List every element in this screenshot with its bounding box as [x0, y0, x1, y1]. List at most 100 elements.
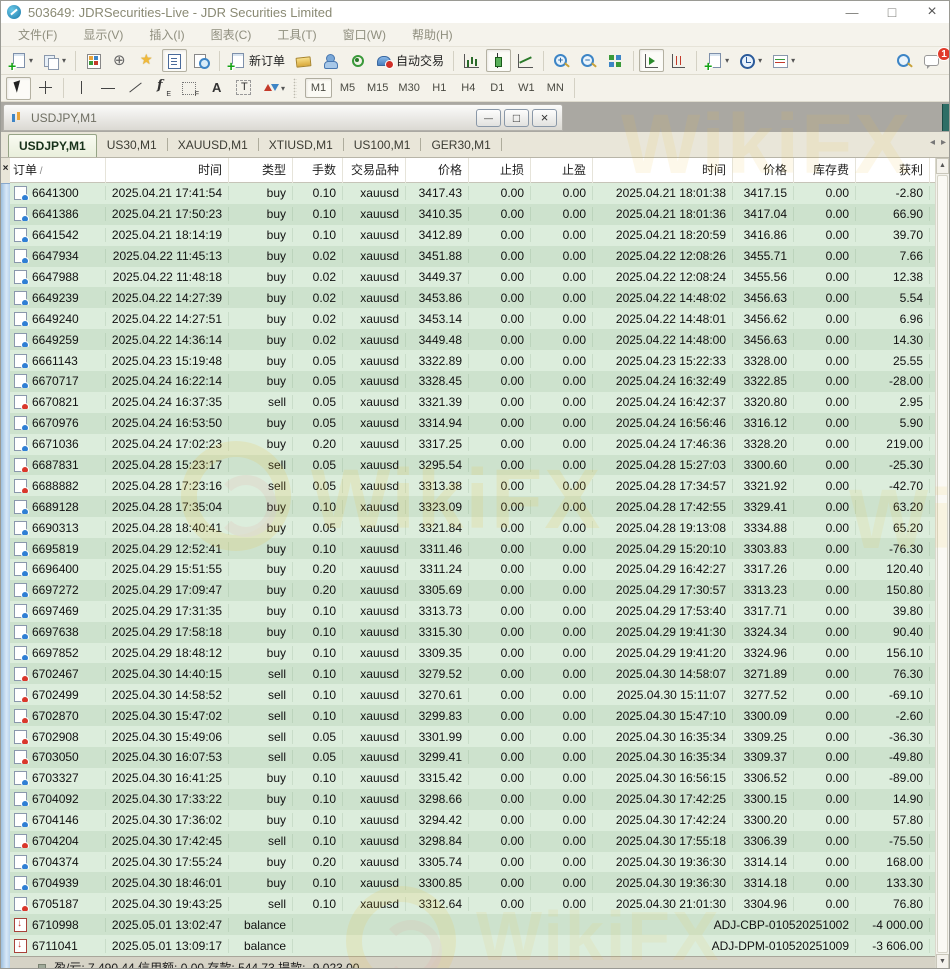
candlestick-button[interactable]	[486, 49, 511, 72]
table-row[interactable]: 67024672025.04.30 14:40:15sell0.10xauusd…	[10, 663, 935, 684]
table-row[interactable]: 67043742025.04.30 17:55:24buy0.20xauusd3…	[10, 852, 935, 873]
table-row[interactable]: 67049392025.04.30 18:46:01buy0.10xauusd3…	[10, 872, 935, 893]
header-swap[interactable]: 库存费	[794, 158, 856, 183]
vertical-scrollbar[interactable]: ▲ ▼	[935, 158, 949, 969]
close-icon[interactable]	[925, 3, 939, 21]
scroll-up-icon[interactable]: ▲	[936, 158, 949, 174]
table-row[interactable]: 66492402025.04.22 14:27:51buy0.02xauusd3…	[10, 308, 935, 329]
table-row[interactable]: 67029082025.04.30 15:49:06sell0.05xauusd…	[10, 726, 935, 747]
table-row[interactable]: 66708212025.04.24 16:37:35sell0.05xauusd…	[10, 392, 935, 413]
tab-xtiusd-m1[interactable]: XTIUSD,M1	[259, 135, 343, 155]
timeframe-d1[interactable]: D1	[484, 78, 511, 98]
text-label-button[interactable]	[231, 77, 256, 100]
table-row[interactable]: 67024992025.04.30 14:58:52sell0.10xauusd…	[10, 684, 935, 705]
header-order[interactable]: 订单 /	[10, 158, 106, 183]
notifications-button[interactable]: 1	[919, 49, 944, 72]
table-row[interactable]: 67030502025.04.30 16:07:53sell0.05xauusd…	[10, 747, 935, 768]
timeframe-m1[interactable]: M1	[305, 78, 332, 98]
header-close_time[interactable]: 时间	[593, 158, 733, 183]
tab-us100-m1[interactable]: US100,M1	[344, 135, 421, 155]
templates-button[interactable]: ▾	[768, 49, 799, 72]
chart-restore-button[interactable]	[504, 109, 529, 127]
crosshair-tool-button[interactable]	[33, 77, 58, 100]
timeframe-m5[interactable]: M5	[334, 78, 361, 98]
new-chart-dropdown-arrow[interactable]: ▾	[29, 56, 33, 65]
table-row[interactable]: 66413862025.04.21 17:50:23buy0.10xauusd3…	[10, 204, 935, 225]
cycle-lines-button[interactable]	[177, 77, 202, 100]
market-watch-button[interactable]	[81, 49, 106, 72]
bar-chart-button[interactable]	[459, 49, 484, 72]
table-row[interactable]: 67051872025.04.30 19:43:25sell0.10xauusd…	[10, 893, 935, 914]
table-row[interactable]: 66479882025.04.22 11:48:18buy0.02xauusd3…	[10, 267, 935, 288]
periods-dropdown-arrow[interactable]: ▾	[758, 56, 762, 65]
periods-button[interactable]: ▾	[735, 49, 766, 72]
profiles-dropdown-arrow[interactable]: ▾	[62, 56, 66, 65]
data-window-button[interactable]	[162, 49, 187, 72]
chart-close-button[interactable]	[532, 109, 557, 127]
cursor-button[interactable]	[6, 77, 31, 100]
scrollbar-thumb[interactable]	[937, 175, 948, 953]
menu-insert[interactable]: 插入(I)	[136, 23, 197, 47]
chat-button[interactable]	[318, 49, 343, 72]
table-row[interactable]: 67033272025.04.30 16:41:25buy0.10xauusd3…	[10, 768, 935, 789]
header-sl[interactable]: 止损	[469, 158, 531, 183]
arrows-dropdown-arrow[interactable]: ▾	[281, 84, 285, 93]
header-symbol[interactable]: 交易品种	[343, 158, 406, 183]
header-open_price[interactable]: 价格	[406, 158, 469, 183]
table-row[interactable]: 66709762025.04.24 16:53:50buy0.05xauusd3…	[10, 413, 935, 434]
add-indicator-dropdown-arrow[interactable]: ▾	[725, 56, 729, 65]
zoom-in-button[interactable]	[549, 49, 574, 72]
line-chart-button[interactable]	[513, 49, 538, 72]
table-row[interactable]: 66878312025.04.28 15:23:17sell0.05xauusd…	[10, 455, 935, 476]
chart-window-titlebar[interactable]: USDJPY,M1	[3, 104, 563, 131]
header-tp[interactable]: 止盈	[531, 158, 593, 183]
timeframe-h1[interactable]: H1	[426, 78, 453, 98]
vertical-line-button[interactable]	[69, 77, 94, 100]
table-row[interactable]: 66479342025.04.22 11:45:13buy0.02xauusd3…	[10, 246, 935, 267]
new-chart-button[interactable]: ▾	[6, 49, 37, 72]
menu-file[interactable]: 文件(F)	[5, 23, 70, 47]
add-indicator-button[interactable]: ▾	[702, 49, 733, 72]
panel-close-icon[interactable]	[1, 158, 10, 183]
trendline-button[interactable]	[123, 77, 148, 100]
profiles-button[interactable]: ▾	[39, 49, 70, 72]
tab-us30-m1[interactable]: US30,M1	[97, 135, 167, 155]
strategy-tester-button[interactable]	[189, 49, 214, 72]
search-button[interactable]	[892, 49, 917, 72]
table-row[interactable]: 67040922025.04.30 17:33:22buy0.10xauusd3…	[10, 789, 935, 810]
header-close_price[interactable]: 价格	[733, 158, 794, 183]
balance-row[interactable]: 67109982025.05.01 13:02:47balanceADJ-CBP…	[10, 914, 935, 935]
menu-charts[interactable]: 图表(C)	[198, 23, 265, 47]
header-type[interactable]: 类型	[229, 158, 293, 183]
favorites-button[interactable]	[135, 49, 160, 72]
timeframe-m15[interactable]: M15	[363, 78, 392, 98]
tab-xauusd-m1[interactable]: XAUUSD,M1	[168, 135, 258, 155]
autotrading-button[interactable]: 自动交易	[372, 49, 448, 72]
table-row[interactable]: 66888822025.04.28 17:23:16sell0.05xauusd…	[10, 475, 935, 496]
header-lots[interactable]: 手数	[293, 158, 343, 183]
zoom-out-button[interactable]	[576, 49, 601, 72]
templates-dropdown-arrow[interactable]: ▾	[791, 56, 795, 65]
menu-window[interactable]: 窗口(W)	[330, 23, 399, 47]
toolbar-grip[interactable]	[293, 78, 297, 98]
menu-view[interactable]: 显示(V)	[70, 23, 136, 47]
table-row[interactable]: 66976382025.04.29 17:58:18buy0.10xauusd3…	[10, 622, 935, 643]
table-row[interactable]: 66964002025.04.29 15:51:55buy0.20xauusd3…	[10, 559, 935, 580]
fibonacci-button[interactable]	[150, 77, 175, 100]
crosshair-button[interactable]	[108, 49, 133, 72]
table-row[interactable]: 66903132025.04.28 18:40:41buy0.05xauusd3…	[10, 517, 935, 538]
table-row[interactable]: 66415422025.04.21 18:14:19buy0.10xauusd3…	[10, 225, 935, 246]
table-row[interactable]: 66413002025.04.21 17:41:54buy0.10xauusd3…	[10, 183, 935, 204]
table-row[interactable]: 66958192025.04.29 12:52:41buy0.10xauusd3…	[10, 538, 935, 559]
tile-windows-button[interactable]	[603, 49, 628, 72]
horizontal-line-button[interactable]	[96, 77, 121, 100]
signals-button[interactable]	[345, 49, 370, 72]
menu-help[interactable]: 帮助(H)	[399, 23, 466, 47]
timeframe-h4[interactable]: H4	[455, 78, 482, 98]
table-row[interactable]: 66492592025.04.22 14:36:14buy0.02xauusd3…	[10, 329, 935, 350]
timeframe-w1[interactable]: W1	[513, 78, 540, 98]
table-row[interactable]: 66707172025.04.24 16:22:14buy0.05xauusd3…	[10, 371, 935, 392]
table-row[interactable]: 66972722025.04.29 17:09:47buy0.20xauusd3…	[10, 580, 935, 601]
table-row[interactable]: 66611432025.04.23 15:19:48buy0.05xauusd3…	[10, 350, 935, 371]
header-profit[interactable]: 获利	[856, 158, 930, 183]
